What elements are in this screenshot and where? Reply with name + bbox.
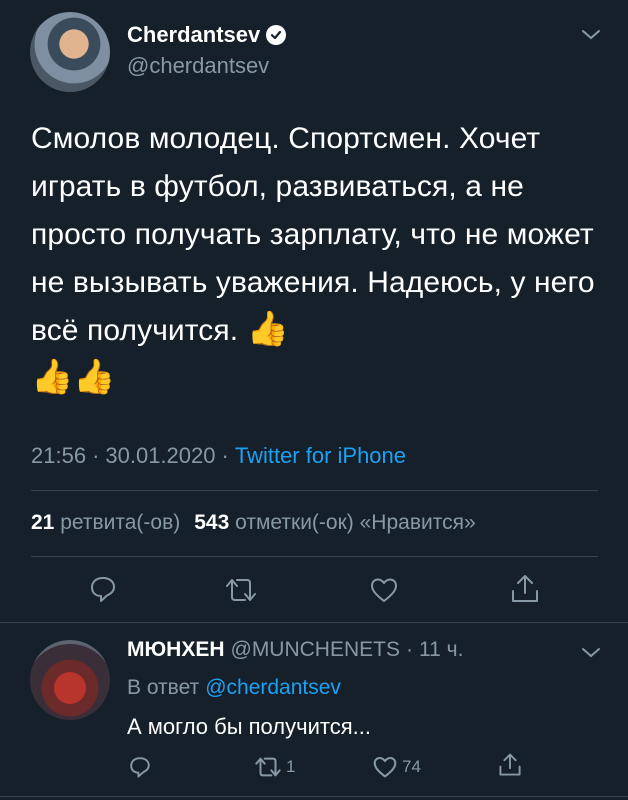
meta-separator: · (406, 638, 413, 661)
tweet-text-block: Смолов молодец. Спортсмен. Хочет играть … (31, 115, 606, 403)
reply-handle[interactable]: @MUNCHENETS (231, 638, 401, 662)
likes-stat[interactable]: 543 отметки(-ок) «Нравится» (194, 511, 475, 535)
reply-like-count: 74 (402, 757, 421, 776)
reply-header: МЮНХЕН @MUNCHENETS · 11 ч. (127, 638, 463, 662)
tweet-text: Смолов молодец. Спортсмен. Хочет играть … (31, 122, 595, 347)
likes-count: 543 (194, 511, 230, 534)
tweet-date: 30.01.2020 (105, 443, 216, 468)
like-icon[interactable] (369, 576, 399, 604)
like-icon (372, 755, 398, 779)
reply-text: А могло бы получится... (127, 714, 371, 739)
divider (31, 490, 598, 491)
author-display-name[interactable]: Cherdantsev (127, 22, 260, 48)
reply-icon[interactable] (88, 574, 118, 604)
retweets-count: 21 (31, 511, 55, 534)
tweet-stats: 21 ретвита(-ов) 543 отметки(-ок) «Нравит… (31, 511, 476, 535)
tweet-time: 21:56 (31, 443, 87, 468)
tweet-source-link[interactable]: Twitter for iPhone (235, 443, 406, 469)
share-icon[interactable] (510, 573, 540, 605)
retweet-icon[interactable] (223, 577, 259, 603)
reply-avatar[interactable] (30, 640, 110, 720)
divider (0, 796, 628, 797)
reply-like-button[interactable]: 74 (372, 755, 421, 779)
reply-context: В ответ @cherdantsev (127, 676, 341, 700)
thumbs-up-emoji-pair: 👍👍 (31, 358, 116, 396)
meta-separator: · (92, 443, 100, 468)
reply-time[interactable]: 11 ч. (419, 638, 463, 662)
chevron-down-icon[interactable] (580, 646, 602, 660)
reply-display-name[interactable]: МЮНХЕН (127, 638, 225, 662)
divider (31, 556, 598, 557)
reply-icon[interactable] (128, 755, 152, 779)
chevron-down-icon[interactable] (580, 28, 602, 42)
thumbs-up-emoji: 👍 (246, 310, 290, 348)
meta-separator: · (221, 443, 229, 468)
author-avatar[interactable] (30, 12, 110, 92)
divider (0, 622, 628, 623)
share-icon[interactable] (498, 752, 522, 778)
verified-icon (266, 25, 287, 45)
likes-label: отметки(-ок) «Нравится» (235, 511, 476, 534)
retweet-icon (253, 756, 283, 778)
author-name-row[interactable]: Cherdantsev (127, 22, 287, 48)
in-reply-prefix: В ответ (127, 676, 200, 699)
reply-retweet-count: 1 (286, 757, 296, 776)
reply-retweet-button[interactable]: 1 (253, 756, 295, 778)
retweets-stat[interactable]: 21 ретвита(-ов) (31, 511, 180, 535)
in-reply-handle-link[interactable]: @cherdantsev (205, 676, 341, 700)
retweets-label: ретвита(-ов) (60, 511, 181, 534)
author-handle[interactable]: @cherdantsev (127, 53, 269, 79)
tweet-meta: 21:56 · 30.01.2020 · Twitter for iPhone (31, 443, 406, 469)
